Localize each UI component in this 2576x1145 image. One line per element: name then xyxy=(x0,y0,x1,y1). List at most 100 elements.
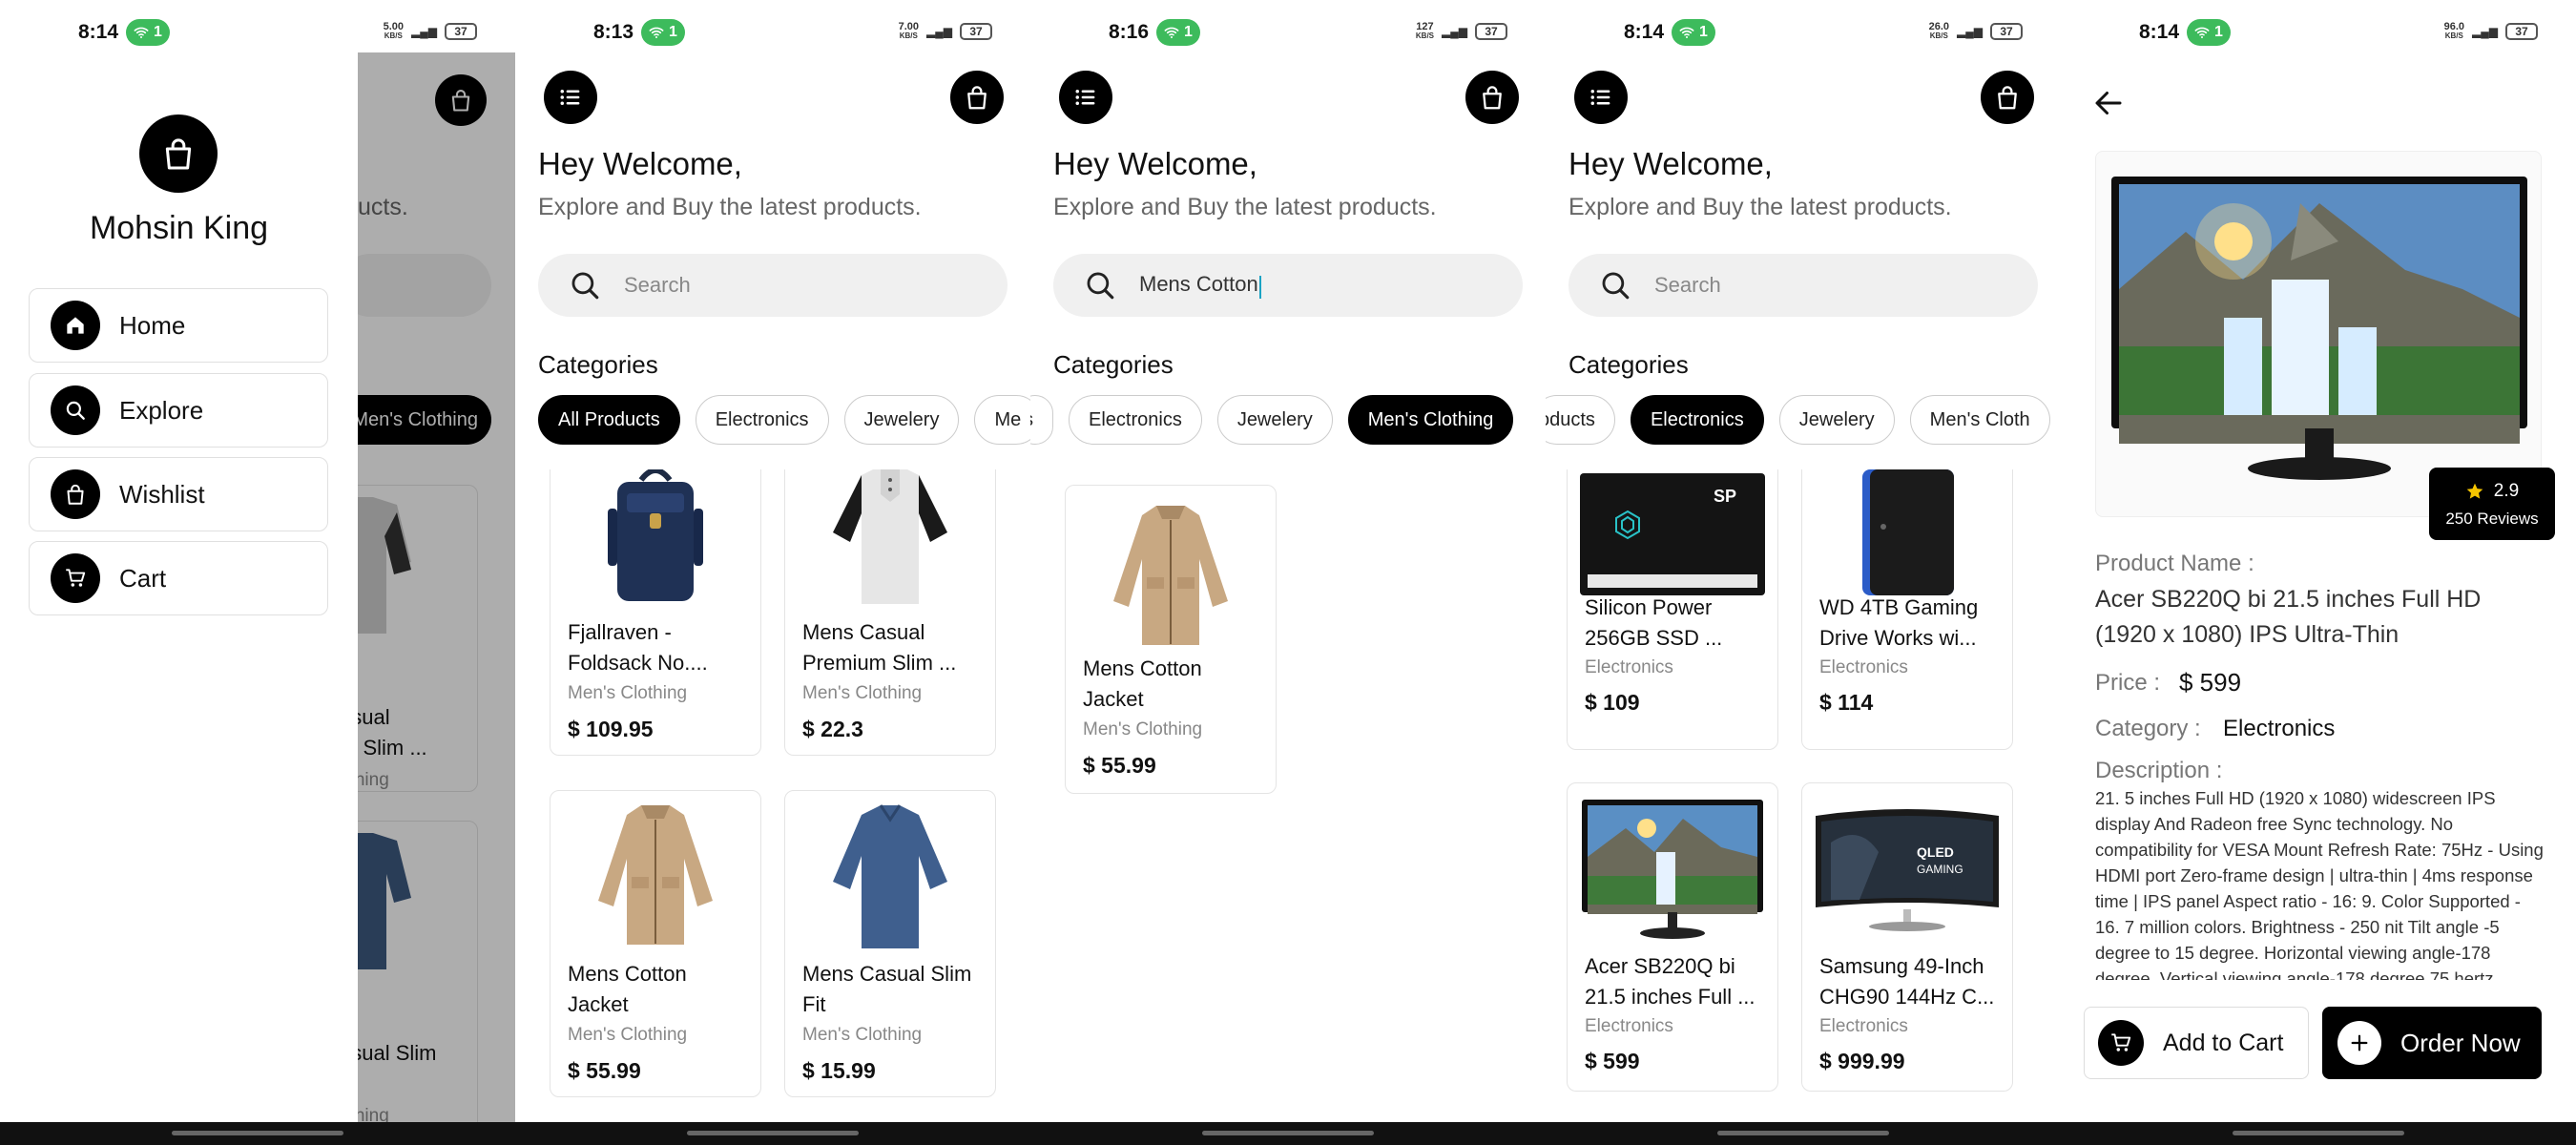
chip-jewelery[interactable]: Jewelery xyxy=(1778,395,1895,445)
chip-electronics[interactable]: Electronics xyxy=(695,395,829,445)
back-button[interactable] xyxy=(2091,86,2129,124)
net-speed: 127 KB/S xyxy=(1416,22,1434,41)
product-card[interactable]: WD 4TB Gaming Drive Works wi... Electron… xyxy=(1801,469,2013,750)
drawer-scrim[interactable] xyxy=(358,52,515,1122)
search-input[interactable]: Search xyxy=(1568,254,2038,317)
signal-icon: ▂▄▆ xyxy=(1442,25,1467,38)
menu-button[interactable] xyxy=(1059,71,1112,124)
monitor-image xyxy=(1568,795,1777,947)
product-category: Men's Clothing xyxy=(1083,719,1203,739)
home-icon xyxy=(51,301,100,350)
product-card[interactable]: Mens Cotton Jacket Men's Clothing $ 55.9… xyxy=(550,790,761,1097)
wifi-count: 1 xyxy=(154,24,162,40)
product-name: Mens Cotton Jacket xyxy=(1083,656,1202,711)
gesture-bar xyxy=(0,1122,515,1145)
svg-text:QLED: QLED xyxy=(1917,844,1954,860)
bag-icon xyxy=(159,135,197,173)
cart-bag-button[interactable] xyxy=(1465,71,1519,124)
ssd-image: SP xyxy=(1568,469,1777,606)
product-card[interactable]: Fjallraven - Foldsack No.... Men's Cloth… xyxy=(550,469,761,756)
chip-electronics[interactable]: Electronics xyxy=(1069,395,1202,445)
bag-icon xyxy=(1993,83,2022,112)
star-icon xyxy=(2466,483,2483,499)
gesture-bar xyxy=(1030,1122,1546,1145)
description-text[interactable]: 21. 5 inches Full HD (1920 x 1080) wides… xyxy=(2095,785,2549,980)
chip-jewelery[interactable]: Jewelery xyxy=(1216,395,1333,445)
product-card[interactable]: Acer SB220Q bi 21.5 inches Full ... Elec… xyxy=(1567,782,1778,1092)
search-value: Mens Cotton xyxy=(1139,272,1258,297)
product-card[interactable]: Mens Casual Slim Fit Men's Clothing $ 15… xyxy=(784,790,996,1097)
wifi-icon xyxy=(2194,25,2210,40)
chip-mens-clothing[interactable]: Men's Clothing xyxy=(1347,395,1514,445)
add-to-cart-button[interactable]: Add to Cart xyxy=(2084,1007,2309,1079)
product-card[interactable]: Mens Cotton Jacket Men's Clothing $ 55.9… xyxy=(1065,485,1277,794)
backpack-image xyxy=(551,469,760,614)
welcome-title: Hey Welcome, xyxy=(1568,146,1773,181)
status-time: 8:14 xyxy=(1624,21,1665,43)
chip-all-products[interactable]: oducts xyxy=(1546,395,1615,445)
order-now-button[interactable]: Order Now xyxy=(2322,1007,2542,1079)
search-input[interactable]: Search xyxy=(538,254,1008,317)
cart-icon xyxy=(2098,1020,2144,1066)
product-card[interactable]: SP Silicon Power 256GB SSD ... Electroni… xyxy=(1567,469,1778,750)
wifi-count: 1 xyxy=(669,24,677,40)
categories-title: Categories xyxy=(538,350,658,379)
product-price: $ 55.99 xyxy=(1083,753,1156,778)
bag-icon xyxy=(1478,83,1506,112)
review-count: 250 Reviews xyxy=(2445,510,2539,528)
price-label: Price : xyxy=(2095,670,2161,696)
product-price: $ 15.99 xyxy=(802,1058,876,1083)
menu-button[interactable] xyxy=(1574,71,1628,124)
chip-mens-clothing[interactable]: Me xyxy=(974,395,1030,445)
product-category: Electronics xyxy=(1585,1016,1673,1036)
chip-all-products[interactable]: All Products xyxy=(538,395,680,445)
wifi-indicator: 1 xyxy=(1156,19,1200,46)
categories-title: Categories xyxy=(1053,350,1174,379)
wifi-count: 1 xyxy=(1699,24,1708,40)
status-bar: 8:16 1 127 KB/S ▂▄▆ 37 xyxy=(1030,0,1546,67)
add-to-cart-label: Add to Cart xyxy=(2163,1029,2284,1056)
wifi-icon xyxy=(1679,25,1694,40)
price-value: $ 599 xyxy=(2179,668,2242,697)
shirt-image xyxy=(785,469,995,614)
search-icon xyxy=(1599,269,1631,302)
drawer-item-wishlist[interactable]: Wishlist xyxy=(29,457,328,531)
chip-mens-clothing[interactable]: Men's Cloth xyxy=(1909,395,2050,445)
product-card[interactable]: QLED GAMING Samsung 49-Inch CHG90 144Hz C… xyxy=(1801,782,2013,1092)
net-speed: 5.00 KB/S xyxy=(384,22,404,41)
battery-icon: 37 xyxy=(2505,23,2538,40)
product-name: Mens Cotton Jacket xyxy=(568,962,687,1016)
product-name-label: Product Name : xyxy=(2095,551,2254,576)
signal-icon: ▂▄▆ xyxy=(2472,25,2498,38)
wifi-indicator: 1 xyxy=(1672,19,1715,46)
curved-monitor-image: QLED GAMING xyxy=(1802,795,2012,947)
system-icons: 26.0 KB/S ▂▄▆ 37 xyxy=(1929,22,2023,41)
search-input[interactable]: Mens Cotton xyxy=(1053,254,1523,317)
category-chips: s Electronics Jewelery Men's Clothing xyxy=(1030,395,1546,445)
signal-icon: ▂▄▆ xyxy=(1957,25,1983,38)
shirt-image xyxy=(785,791,995,963)
category-label: Category : xyxy=(2095,716,2201,741)
cart-icon xyxy=(51,553,100,603)
bag-icon xyxy=(963,83,991,112)
drawer-item-cart[interactable]: Cart xyxy=(29,541,328,615)
product-grid: Fjallraven - Foldsack No.... Men's Cloth… xyxy=(515,469,1030,1122)
drawer-item-home[interactable]: Home xyxy=(29,288,328,363)
gesture-bar xyxy=(2061,1122,2576,1145)
chip-all-products[interactable]: s xyxy=(1030,395,1053,445)
product-card[interactable]: Mens Casual Premium Slim ... Men's Cloth… xyxy=(784,469,996,756)
chip-jewelery[interactable]: Jewelery xyxy=(843,395,960,445)
product-name: WD 4TB Gaming Drive Works wi... xyxy=(1819,595,1979,650)
svg-text:GAMING: GAMING xyxy=(1917,863,1963,876)
battery-icon: 37 xyxy=(1475,23,1507,40)
battery-icon: 37 xyxy=(960,23,992,40)
cart-bag-button[interactable] xyxy=(950,71,1004,124)
chip-electronics[interactable]: Electronics xyxy=(1630,395,1764,445)
menu-button[interactable] xyxy=(544,71,597,124)
drawer-item-explore[interactable]: Explore xyxy=(29,373,328,448)
gesture-bar xyxy=(1546,1122,2061,1145)
rating-value: 2.9 xyxy=(2493,481,2520,501)
menu-icon xyxy=(1071,83,1100,112)
jacket-image xyxy=(1066,491,1276,663)
cart-bag-button[interactable] xyxy=(1981,71,2034,124)
